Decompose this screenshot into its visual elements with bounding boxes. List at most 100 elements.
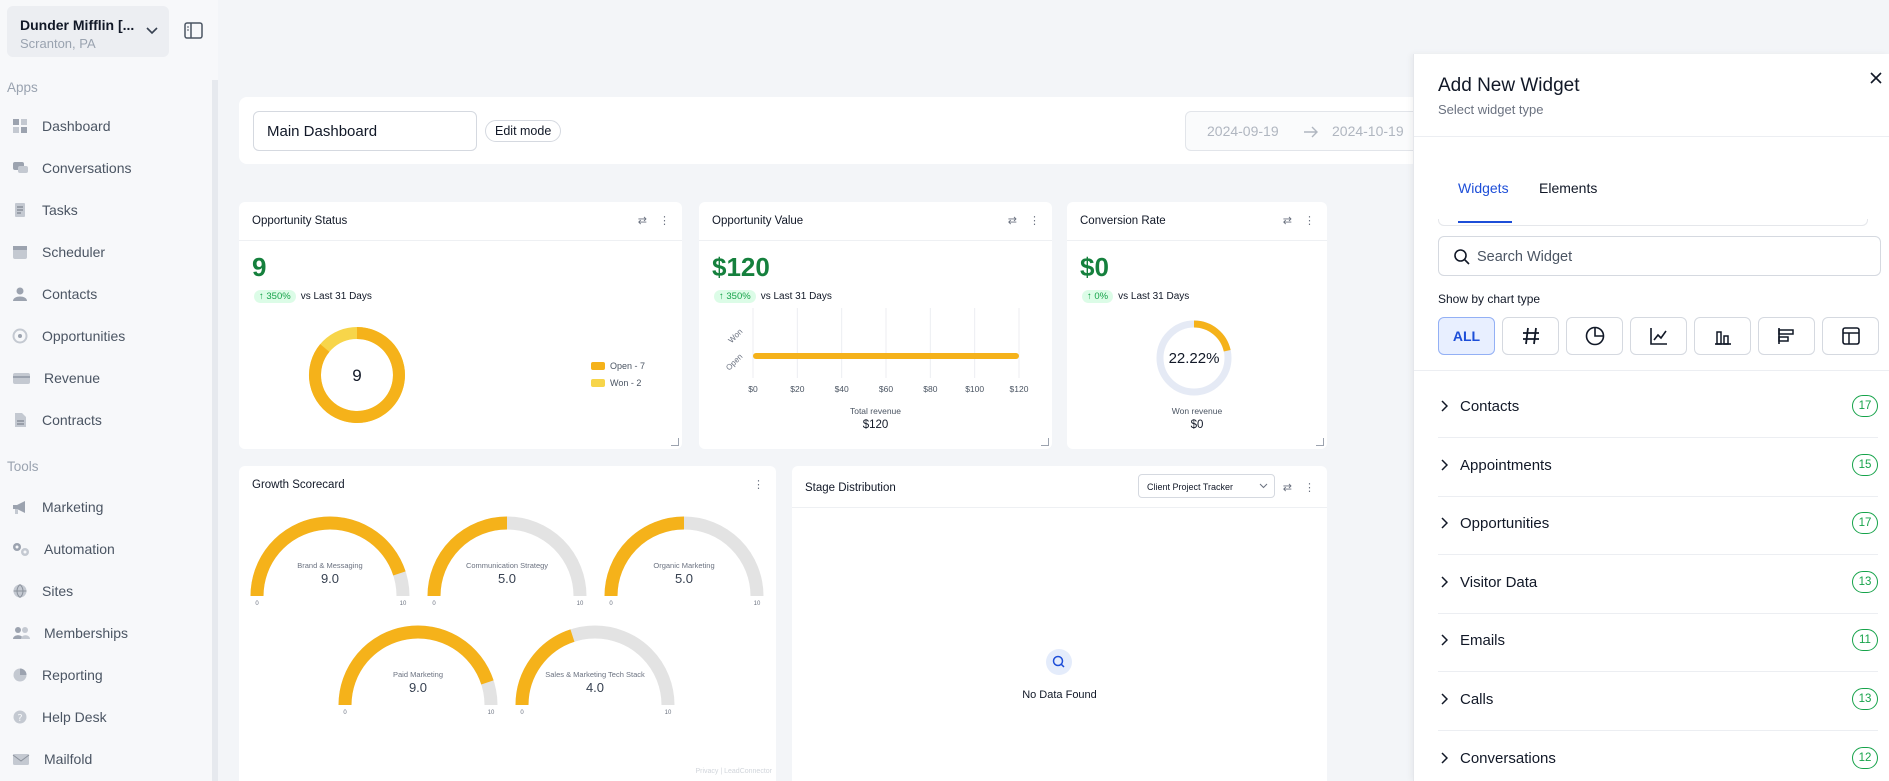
category-opportunities[interactable]: Opportunities 17 <box>1438 497 1878 555</box>
sidebar-toggle-icon[interactable] <box>184 22 203 39</box>
more-icon[interactable]: ⋮ <box>1304 214 1315 227</box>
tasks-icon <box>15 203 25 217</box>
trend-badge: ↑ 0% <box>1082 290 1114 303</box>
widget-tools: ⇄ ⋮ <box>1283 481 1315 494</box>
bar-chart-icon <box>1714 331 1731 345</box>
target-icon <box>12 328 28 344</box>
location-city: Scranton, PA <box>20 36 96 51</box>
chart-type-all-button[interactable]: ALL <box>1438 317 1495 355</box>
sidebar-item-contracts[interactable]: Contracts <box>12 408 102 432</box>
y-category-label: Won <box>727 327 745 345</box>
trend-row: ↑ 350% vs Last 31 Days <box>254 290 372 303</box>
sidebar-item-contacts[interactable]: Contacts <box>12 282 97 306</box>
category-appointments[interactable]: Appointments 15 <box>1438 439 1878 497</box>
won-revenue-label: Won revenue <box>1171 406 1223 416</box>
resize-handle[interactable] <box>1316 438 1324 446</box>
gauge-min-label: 0 <box>255 601 259 607</box>
swap-icon[interactable]: ⇄ <box>638 214 647 227</box>
metric-value: 9 <box>252 252 267 282</box>
more-icon[interactable]: ⋮ <box>1304 481 1315 494</box>
sidebar-item-conversations[interactable]: Conversations <box>12 156 132 180</box>
category-emails[interactable]: Emails 11 <box>1438 614 1878 672</box>
people-icon <box>13 627 30 639</box>
gauge-fill <box>1193 320 1231 352</box>
calendar-icon <box>13 246 27 259</box>
sidebar-scrollbar[interactable] <box>212 80 218 781</box>
count-badge: 13 <box>1852 571 1878 593</box>
category-visitor-data[interactable]: Visitor Data 13 <box>1438 556 1878 614</box>
chart-type-line-button[interactable] <box>1630 317 1687 355</box>
gauge-min-label: 0 <box>520 710 524 716</box>
date-range-picker[interactable]: 2024-09-19 2024-10-19 <box>1185 111 1425 151</box>
sidebar-item-opportunities[interactable]: Opportunities <box>12 324 125 348</box>
sidebar-item-label: Scheduler <box>42 244 106 260</box>
tab-elements[interactable]: Elements <box>1539 180 1597 196</box>
gauge-max-label: 10 <box>754 601 761 607</box>
apps-section-title: Apps <box>7 80 38 95</box>
sidebar-item-dashboard[interactable]: Dashboard <box>12 114 111 138</box>
sidebar-item-scheduler[interactable]: Scheduler <box>12 240 105 264</box>
chart-type-bar-button[interactable] <box>1694 317 1751 355</box>
sidebar-item-automation[interactable]: Automation <box>12 537 115 561</box>
swap-icon[interactable]: ⇄ <box>1283 214 1292 227</box>
mail-icon <box>12 754 30 765</box>
chart-type-pie-button[interactable] <box>1566 317 1623 355</box>
close-icon[interactable] <box>1869 71 1883 85</box>
sidebar-item-revenue[interactable]: Revenue <box>12 366 100 390</box>
category-calls[interactable]: Calls 13 <box>1438 673 1878 731</box>
legend-label: Open - 7 <box>610 361 646 371</box>
chart-type-horizontal-bar-button[interactable] <box>1758 317 1815 355</box>
sidebar-item-help-desk[interactable]: ? Help Desk <box>12 705 107 729</box>
donut-center-value: 9 <box>352 366 361 385</box>
category-conversations[interactable]: Conversations 12 <box>1438 732 1878 781</box>
sidebar-item-mailfold[interactable]: Mailfold <box>12 747 92 771</box>
resize-handle[interactable] <box>1041 438 1049 446</box>
tools-section-title: Tools <box>7 459 39 474</box>
sidebar-item-marketing[interactable]: Marketing <box>12 495 103 519</box>
panel-subtitle: Select widget type <box>1438 102 1544 117</box>
search-empty-icon <box>1046 649 1072 675</box>
search-widget-input[interactable]: Search Widget <box>1438 236 1881 276</box>
sidebar-item-label: Mailfold <box>44 751 93 767</box>
resize-handle[interactable] <box>671 438 679 446</box>
sidebar-item-sites[interactable]: Sites <box>12 579 73 603</box>
sidebar-item-tasks[interactable]: Tasks <box>12 198 78 222</box>
dashboard-name-field[interactable]: Main Dashboard <box>253 111 477 151</box>
opportunity-status-widget[interactable]: Opportunity Status ⇄ ⋮ 9 ↑ 350% vs Last 3… <box>239 202 682 449</box>
widget-title: Conversion Rate <box>1080 215 1166 227</box>
chevron-down-icon <box>146 27 158 35</box>
search-icon <box>1454 249 1470 265</box>
footer-links[interactable]: Privacy | LeadConnector <box>695 768 772 775</box>
category-contacts[interactable]: Contacts 17 <box>1438 380 1878 438</box>
stage-distribution-widget[interactable]: Stage Distribution Client Project Tracke… <box>792 466 1327 781</box>
legend-item: Won - 2 <box>591 378 641 388</box>
pie-chart-icon <box>1585 326 1604 346</box>
location-switcher[interactable]: Dunder Mifflin [... Scranton, PA <box>7 6 169 57</box>
conversion-gauge: 22.22% <box>1156 320 1232 396</box>
trend-percent: 350% <box>266 291 291 302</box>
hash-icon <box>1522 327 1539 345</box>
sidebar-item-reporting[interactable]: Reporting <box>12 663 103 687</box>
x-tick-label: $60 <box>879 384 893 394</box>
x-tick-label: $100 <box>965 384 984 394</box>
chevron-right-icon <box>1441 576 1448 588</box>
gauge-max-label: 10 <box>488 710 495 716</box>
gauge-min-label: 0 <box>432 601 436 607</box>
more-icon[interactable]: ⋮ <box>659 214 670 227</box>
pipeline-select[interactable]: Client Project Tracker <box>1138 474 1275 498</box>
chart-type-table-button[interactable] <box>1822 317 1879 355</box>
chart-type-number-button[interactable] <box>1502 317 1559 355</box>
chevron-right-icon <box>1441 752 1448 764</box>
gauge-value: 5.0 <box>498 571 516 586</box>
growth-scorecard-widget[interactable]: Growth Scorecard ⋮ Brand & Messaging 9.0 0… <box>239 466 776 781</box>
dashboard-icon <box>13 119 27 133</box>
opportunity-value-widget[interactable]: Opportunity Value ⇄ ⋮ $120 ↑ 350% vs Last… <box>699 202 1052 449</box>
swap-icon[interactable]: ⇄ <box>1283 481 1292 494</box>
conversion-rate-widget[interactable]: Conversion Rate ⇄ ⋮ $0 ↑ 0% vs Last 31 Da… <box>1067 202 1327 449</box>
edit-mode-button[interactable]: Edit mode <box>485 120 562 142</box>
sidebar-item-label: Opportunities <box>42 328 126 344</box>
sidebar-item-memberships[interactable]: Memberships <box>12 621 128 645</box>
legend-swatch <box>591 379 605 387</box>
category-label: Visitor Data <box>1460 574 1538 591</box>
tab-widgets[interactable]: Widgets <box>1458 180 1509 196</box>
